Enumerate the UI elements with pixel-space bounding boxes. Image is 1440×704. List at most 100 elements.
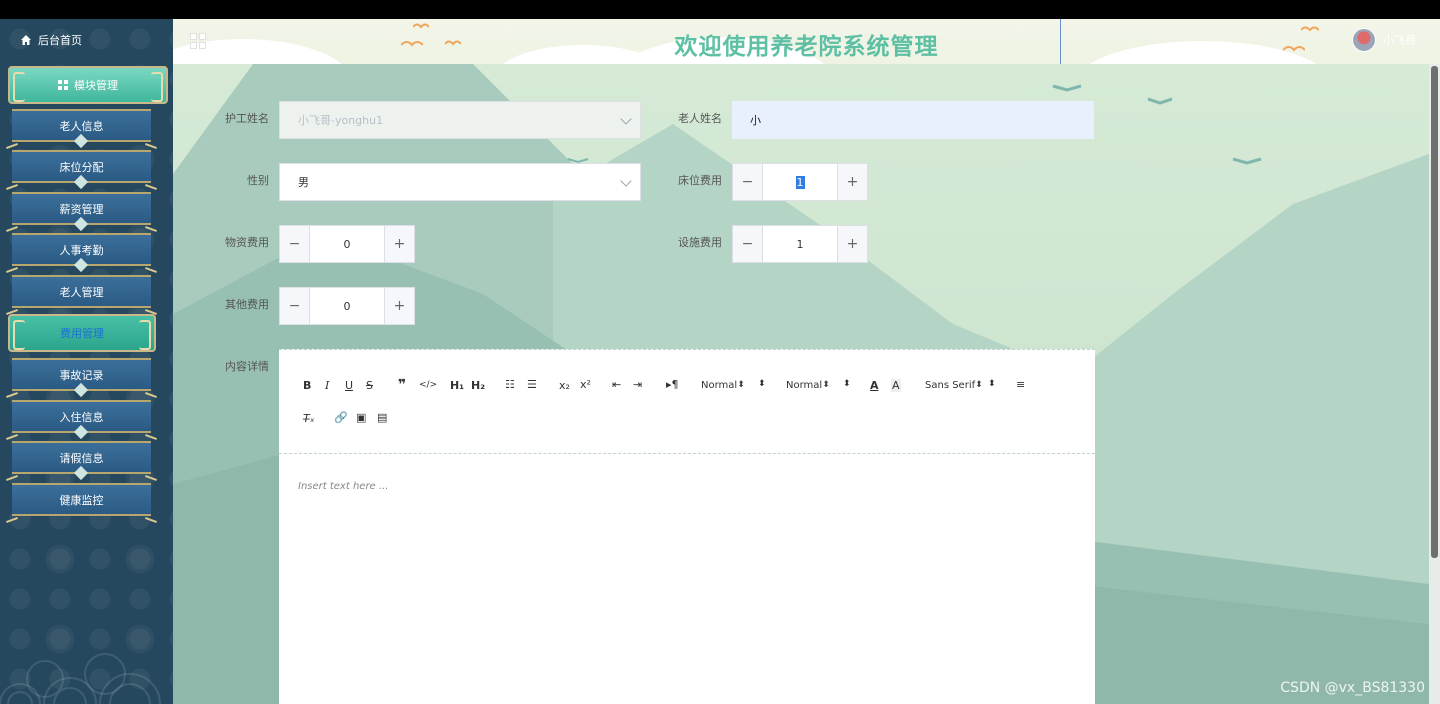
italic-icon[interactable]: I [325, 379, 329, 392]
nurse-name-label: 护工姓名 [225, 112, 269, 125]
avatar [1352, 28, 1376, 52]
subscript-icon[interactable]: x₂ [559, 379, 570, 392]
sidebar-item-checkin-info[interactable]: 入住信息 [12, 400, 151, 440]
heading1-icon[interactable]: H₁ [450, 379, 464, 392]
elder-name-input[interactable] [732, 101, 1094, 139]
group-module-management[interactable]: 模块管理 [8, 66, 168, 104]
increment-button[interactable]: + [384, 226, 414, 262]
other-fee-label: 其他费用 [225, 298, 269, 311]
sidebar-item-label: 健康监控 [59, 493, 104, 507]
code-icon[interactable]: </> [419, 380, 437, 390]
strike-icon[interactable]: S [366, 379, 373, 392]
gender-select[interactable]: 男 [279, 163, 641, 201]
bed-fee-label: 床位费用 [678, 174, 722, 187]
sidebar-item-elder-info[interactable]: 老人信息 [12, 109, 151, 149]
decrement-button[interactable]: − [280, 226, 310, 262]
ordered-list-icon[interactable]: ☷ [505, 378, 515, 391]
sidebar-item-health-monitoring[interactable]: 健康监控 [12, 483, 151, 516]
sidebar-item-attendance[interactable]: 人事考勤 [12, 233, 151, 273]
decrement-button[interactable]: − [733, 226, 763, 262]
outdent-icon[interactable]: ⇤ [612, 378, 621, 391]
text-color-icon[interactable]: A [870, 379, 879, 392]
nurse-name-select[interactable]: 小飞哥-yonghu1 [279, 101, 641, 139]
increment-button[interactable]: + [384, 288, 414, 324]
superscript-icon[interactable]: x² [580, 378, 591, 391]
bed-fee-input[interactable]: 1 [763, 164, 837, 200]
material-fee-label: 物资费用 [225, 236, 269, 249]
other-fee-stepper[interactable]: − 0 + [279, 287, 415, 325]
sidebar-item-label: 床位分配 [59, 160, 104, 174]
blockquote-icon[interactable]: ❞ [398, 377, 406, 393]
header-select-value: Normal [701, 380, 738, 391]
knot-ornament [73, 424, 89, 440]
indent-icon[interactable]: ⇥ [633, 378, 642, 391]
group-fee-management[interactable]: 费用管理 [8, 314, 156, 352]
video-icon[interactable]: ▤ [377, 411, 387, 424]
align-icon[interactable]: ≡ [1016, 378, 1025, 391]
editor-placeholder: Insert text here ... [298, 481, 389, 492]
size-select-value: Normal [786, 380, 823, 391]
user-name: 小飞哥 [1383, 34, 1416, 47]
sidebar: 后台首页 模块管理 老人信息 床位分配 薪资管理 人事考勤 老人管理 费用管理 … [0, 19, 173, 704]
scrollbar-thumb[interactable] [1431, 66, 1438, 558]
top-header: 欢迎使用养老院系统管理 小飞哥 [173, 19, 1440, 64]
sidebar-item-elder-management[interactable]: 老人管理 [12, 275, 151, 308]
dropdown-arrows-icon: ⬍ [758, 379, 766, 389]
material-fee-stepper[interactable]: − 0 + [279, 225, 415, 263]
elder-name-label: 老人姓名 [678, 112, 722, 125]
bullet-list-icon[interactable]: ☰ [527, 378, 537, 391]
gender-label: 性别 [247, 174, 269, 187]
knot-ornament [73, 257, 89, 273]
header-divider [1060, 19, 1061, 64]
sidebar-item-label: 请假信息 [59, 451, 104, 465]
increment-button[interactable]: + [837, 226, 867, 262]
clear-format-icon[interactable]: T̶ₓ [303, 412, 315, 425]
group-label: 费用管理 [60, 327, 104, 340]
editor-toolbar: B I U S ❞ </> H₁ H₂ ☷ ☰ x₂ x² ⇤ ⇥ ▸¶ Nor… [279, 350, 1095, 454]
image-icon[interactable]: ▣ [356, 411, 366, 424]
background-color-icon[interactable]: A [891, 379, 901, 392]
nurse-name-value: 小飞哥-yonghu1 [298, 114, 384, 127]
sidebar-item-label: 人事考勤 [59, 243, 104, 257]
sidebar-item-bed-allocation[interactable]: 床位分配 [12, 150, 151, 190]
material-fee-input[interactable]: 0 [310, 226, 384, 262]
gender-value: 男 [298, 176, 309, 189]
text-direction-icon[interactable]: ▸¶ [666, 378, 679, 391]
underline-icon[interactable]: U [345, 379, 353, 392]
bold-icon[interactable]: B [303, 379, 311, 392]
sidebar-item-label: 老人管理 [59, 285, 104, 299]
facility-fee-label: 设施费用 [678, 236, 722, 249]
bed-fee-value: 1 [795, 175, 805, 189]
dropdown-arrows-icon: ⬍ [843, 379, 851, 389]
chevron-down-icon [620, 175, 632, 187]
link-icon[interactable]: 🔗 [334, 411, 348, 424]
facility-fee-stepper[interactable]: − 1 + [732, 225, 868, 263]
sidebar-item-salary[interactable]: 薪资管理 [12, 192, 151, 232]
group-label: 模块管理 [74, 79, 118, 92]
sidebar-item-accident-records[interactable]: 事故记录 [12, 358, 151, 398]
dropdown-arrows-icon: ⬍ [988, 379, 996, 389]
home-link[interactable]: 后台首页 [20, 32, 82, 48]
knot-ornament [73, 382, 89, 398]
facility-fee-input[interactable]: 1 [763, 226, 837, 262]
sidebar-item-leave-info[interactable]: 请假信息 [12, 441, 151, 481]
sidebar-item-label: 薪资管理 [59, 202, 104, 216]
decrement-button[interactable]: − [280, 288, 310, 324]
rich-text-editor: B I U S ❞ </> H₁ H₂ ☷ ☰ x₂ x² ⇤ ⇥ ▸¶ Nor… [279, 349, 1095, 704]
knot-ornament [73, 174, 89, 190]
bed-fee-stepper[interactable]: − 1 + [732, 163, 868, 201]
sidebar-item-label: 入住信息 [59, 410, 104, 424]
other-fee-input[interactable]: 0 [310, 288, 384, 324]
sidebar-item-label: 事故记录 [59, 368, 104, 382]
knot-ornament [73, 465, 89, 481]
grid-icon [58, 80, 68, 90]
watermark: CSDN @vx_BS81330 [1280, 680, 1425, 696]
user-menu[interactable]: 小飞哥 [1352, 28, 1416, 52]
knot-ornament [73, 133, 89, 149]
sidebar-item-label: 老人信息 [59, 119, 104, 133]
increment-button[interactable]: + [837, 164, 867, 200]
decrement-button[interactable]: − [733, 164, 763, 200]
home-icon [21, 35, 31, 45]
wave-pattern [0, 653, 161, 704]
heading2-icon[interactable]: H₂ [471, 379, 485, 392]
